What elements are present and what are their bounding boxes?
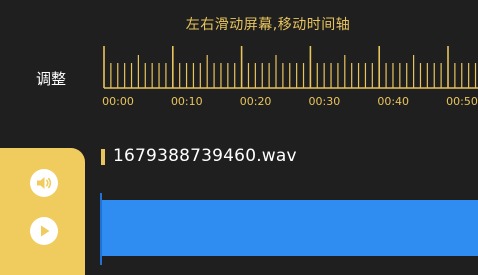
audio-track[interactable]: [100, 200, 478, 256]
ruler-time-label: 00:30: [309, 95, 341, 108]
ruler-time-label: 00:10: [171, 95, 203, 108]
play-button[interactable]: [30, 217, 58, 245]
file-marker: [101, 149, 105, 165]
side-control-panel: [0, 148, 85, 275]
volume-button[interactable]: [30, 169, 58, 197]
play-icon: [41, 225, 50, 237]
ruler-time-label: 00:50: [446, 95, 478, 108]
file-name: 1679388739460.wav: [113, 146, 297, 166]
ruler-time-label: 00:20: [240, 95, 272, 108]
ruler-time-label: 00:00: [102, 95, 134, 108]
timeline-ruler[interactable]: 00:00 00:10 00:20 00:30 00:40 00:50: [0, 0, 478, 120]
ruler-time-label: 00:40: [377, 95, 409, 108]
playhead-handle[interactable]: [100, 193, 102, 265]
volume-icon: [37, 177, 52, 189]
audio-editor-screen: 左右滑动屏幕,移动时间轴 调整 00:00 00:10 00:20 00:30 00:4…: [0, 0, 478, 275]
